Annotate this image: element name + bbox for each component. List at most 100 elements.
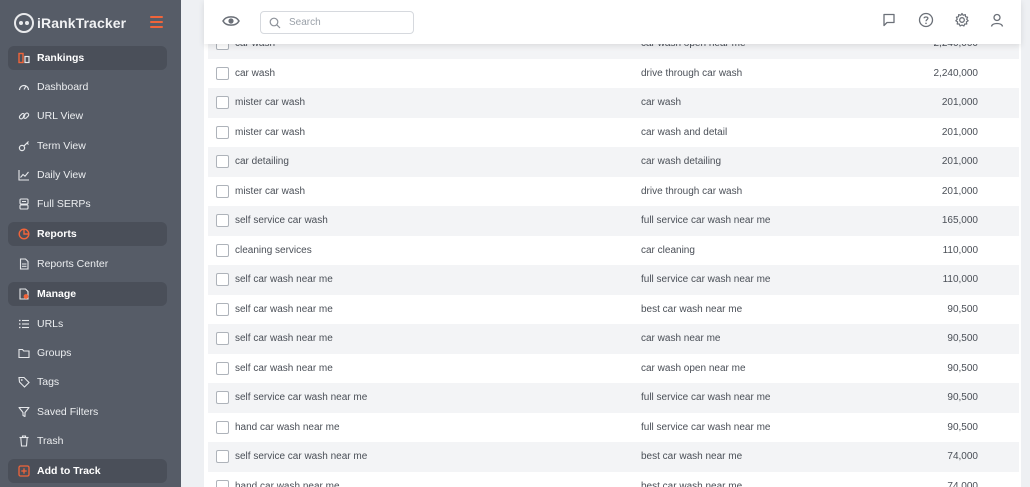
- related-keyword-cell: best car wash near me: [641, 480, 743, 487]
- row-checkbox[interactable]: [216, 391, 229, 405]
- related-keyword-cell: drive through car wash: [641, 185, 743, 197]
- row-checkbox[interactable]: [216, 273, 229, 287]
- sidebar-item-reports-center[interactable]: Reports Center: [8, 252, 167, 276]
- sidebar-item-label: Reports: [37, 228, 77, 240]
- table-row[interactable]: cleaning services car cleaning 110,000: [208, 236, 1019, 266]
- sidebar-item-groups[interactable]: Groups: [8, 341, 167, 365]
- table-row[interactable]: car detailing car wash detailing 201,000: [208, 147, 1019, 177]
- search-volume-cell: 90,500: [947, 392, 978, 404]
- keyword-cell: hand car wash near me: [235, 480, 340, 487]
- row-checkbox[interactable]: [216, 361, 229, 375]
- dashboard-icon: [17, 80, 31, 94]
- sidebar-item-daily-view[interactable]: Daily View: [8, 163, 167, 187]
- row-checkbox[interactable]: [216, 243, 229, 257]
- search-volume-cell: 201,000: [941, 97, 978, 109]
- related-keyword-cell: car wash detailing: [641, 156, 722, 168]
- help-icon[interactable]: [918, 12, 934, 28]
- search-volume-cell: 90,500: [947, 362, 978, 374]
- search-volume-cell: 90,500: [947, 303, 978, 315]
- keyword-cell: self service car wash near me: [235, 451, 368, 463]
- row-checkbox[interactable]: [216, 332, 229, 346]
- row-checkbox[interactable]: [216, 125, 229, 139]
- sidebar-item-tags[interactable]: Tags: [8, 370, 167, 394]
- row-checkbox[interactable]: [216, 155, 229, 169]
- search-input[interactable]: [289, 17, 399, 28]
- user-icon[interactable]: [989, 12, 1005, 28]
- row-checkbox[interactable]: [216, 96, 229, 110]
- search-volume-cell: 201,000: [941, 185, 978, 197]
- table-row[interactable]: self service car wash full service car wa…: [208, 206, 1019, 236]
- row-checkbox[interactable]: [216, 184, 229, 198]
- sidebar-item-label: Tags: [37, 376, 60, 388]
- related-keyword-cell: car cleaning: [641, 244, 695, 256]
- search-volume-cell: 201,000: [941, 156, 978, 168]
- sidebar-item-label: Reports Center: [37, 258, 109, 270]
- row-checkbox[interactable]: [216, 214, 229, 228]
- sidebar-item-manage[interactable]: Manage: [8, 282, 167, 306]
- sidebar-item-add-to-track[interactable]: Add to Track: [8, 459, 167, 483]
- eye-icon[interactable]: [222, 14, 240, 28]
- search-box[interactable]: [260, 11, 414, 34]
- keyword-cell: self service car wash near me: [235, 392, 368, 404]
- keyword-cell: self car wash near me: [235, 333, 333, 345]
- sidebar-item-rankings[interactable]: Rankings: [8, 46, 167, 70]
- key-icon: [17, 139, 31, 153]
- sidebar-item-dashboard[interactable]: Dashboard: [8, 75, 167, 99]
- sidebar-item-full-serps[interactable]: Full SERPs: [8, 192, 167, 216]
- table-row[interactable]: hand car wash near me full service car wa…: [208, 413, 1019, 443]
- trash-icon: [17, 434, 31, 448]
- related-keyword-cell: full service car wash near me: [641, 421, 771, 433]
- table-row[interactable]: hand car wash near me best car wash near …: [208, 472, 1019, 487]
- settings-icon[interactable]: [954, 12, 970, 28]
- table-row[interactable]: mister car wash drive through car wash 201…: [208, 177, 1019, 207]
- keyword-cell: self service car wash: [235, 215, 328, 227]
- table-row[interactable]: self car wash near me best car wash near …: [208, 295, 1019, 325]
- related-keyword-cell: full service car wash near me: [641, 274, 771, 286]
- table-row[interactable]: self car wash near me full service car wa…: [208, 265, 1019, 295]
- related-keyword-cell: car wash open near me: [641, 362, 746, 374]
- sidebar: iRankTracker Rankings Dashboard URL View Te…: [0, 0, 181, 487]
- search-volume-cell: 110,000: [942, 274, 978, 286]
- keyword-cell: mister car wash: [235, 185, 306, 197]
- sidebar-item-label: Add to Track: [37, 465, 101, 477]
- related-keyword-cell: drive through car wash: [641, 67, 743, 79]
- search-icon: [269, 17, 281, 28]
- row-checkbox[interactable]: [216, 302, 229, 316]
- search-volume-cell: 90,500: [947, 421, 978, 433]
- table-row[interactable]: self service car wash near me best car wa…: [208, 442, 1019, 472]
- table-row[interactable]: car wash drive through car wash 2,240,000: [208, 59, 1019, 89]
- sidebar-item-trash[interactable]: Trash: [8, 429, 167, 453]
- sidebar-item-saved-filters[interactable]: Saved Filters: [8, 400, 167, 424]
- sidebar-item-term-view[interactable]: Term View: [8, 134, 167, 158]
- table-row[interactable]: self car wash near me car wash open near …: [208, 354, 1019, 384]
- sidebar-item-urls[interactable]: URLs: [8, 312, 167, 336]
- sidebar-item-label: Trash: [37, 435, 64, 447]
- keyword-cell: car detailing: [235, 156, 289, 168]
- search-volume-cell: 201,000: [941, 126, 978, 138]
- feedback-icon[interactable]: [881, 12, 897, 28]
- table-row[interactable]: self car wash near me car wash near me 90,…: [208, 324, 1019, 354]
- row-checkbox[interactable]: [216, 66, 229, 80]
- keyword-cell: mister car wash: [235, 126, 306, 138]
- sidebar-item-label: URL View: [37, 110, 84, 122]
- list-icon: [17, 317, 31, 331]
- search-volume-cell: 74,000: [947, 451, 978, 463]
- logo[interactable]: iRankTracker: [14, 12, 126, 34]
- sidebar-item-label: Groups: [37, 347, 72, 359]
- sidebar-item-reports[interactable]: Reports: [8, 222, 167, 246]
- sidebar-item-url-view[interactable]: URL View: [8, 104, 167, 128]
- sidebar-item-label: Term View: [37, 140, 86, 152]
- table-row[interactable]: mister car wash car wash and detail 201,00…: [208, 118, 1019, 148]
- search-volume-cell: 90,500: [947, 333, 978, 345]
- table-row[interactable]: self service car wash near me full servic…: [208, 383, 1019, 413]
- related-keyword-cell: best car wash near me: [641, 303, 743, 315]
- row-checkbox[interactable]: [216, 450, 229, 464]
- hamburger-menu-icon[interactable]: [150, 16, 163, 28]
- link-icon: [17, 109, 31, 123]
- row-checkbox[interactable]: [216, 479, 229, 487]
- sidebar-item-label: Manage: [37, 288, 77, 300]
- table-row[interactable]: mister car wash car wash 201,000: [208, 88, 1019, 118]
- row-checkbox[interactable]: [216, 420, 229, 434]
- keyword-cell: cleaning services: [235, 244, 312, 256]
- keyword-cell: self car wash near me: [235, 362, 333, 374]
